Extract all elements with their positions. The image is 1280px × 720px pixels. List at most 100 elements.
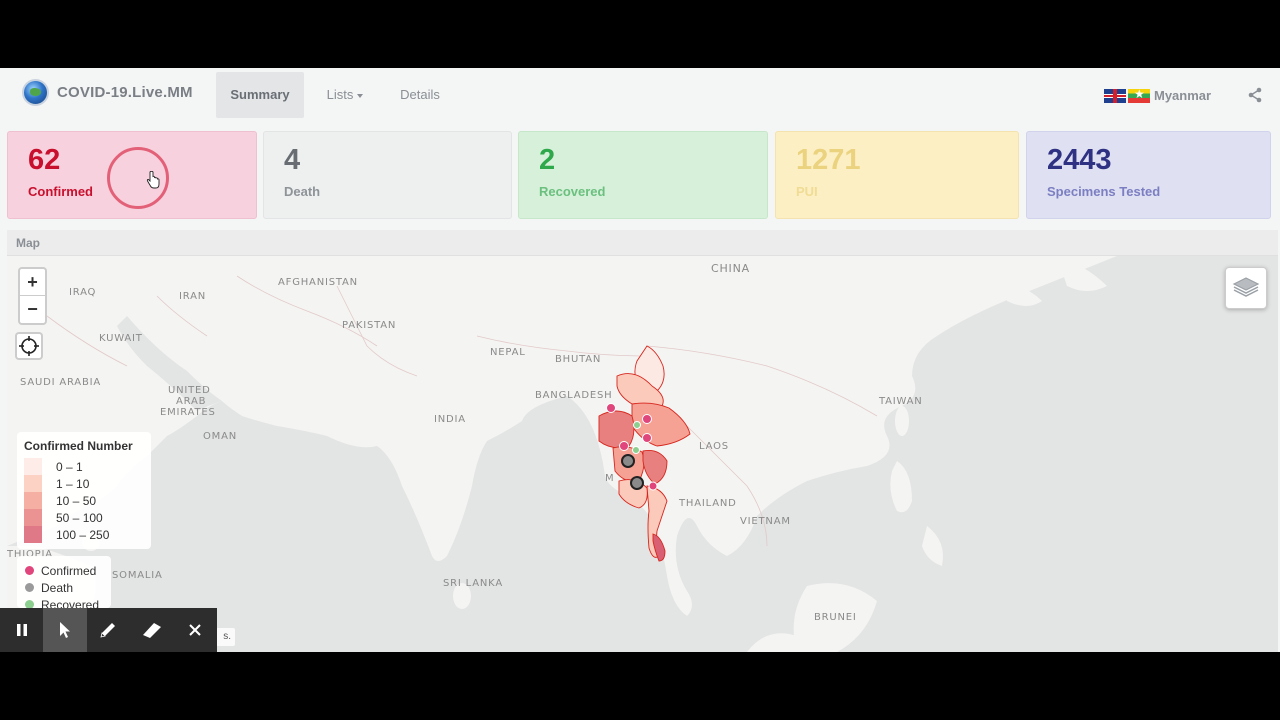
choropleth-legend: Confirmed Number 0 – 1 1 – 10 10 – 50 50… <box>17 432 151 549</box>
death-label: Death <box>284 184 321 199</box>
legend-swatch <box>24 526 42 543</box>
label-uae-line1: UNITED <box>168 385 211 396</box>
locate-button[interactable] <box>15 332 43 360</box>
label-china: CHINA <box>711 262 750 275</box>
hand-cursor-icon <box>146 171 160 189</box>
eraser-icon <box>142 623 161 638</box>
specimens-card[interactable]: 2443 Specimens Tested <box>1026 131 1271 219</box>
pui-card[interactable]: 1271 PUI <box>775 131 1019 219</box>
uk-flag-icon[interactable] <box>1104 88 1126 103</box>
pen-icon <box>100 623 116 638</box>
annotation-toolbar <box>0 608 217 652</box>
legend-range-row: 100 – 250 <box>24 526 144 543</box>
legend-range-row: 10 – 50 <box>24 492 144 509</box>
label-nepal: NEPAL <box>490 347 526 358</box>
legend-range-label: 1 – 10 <box>56 476 90 491</box>
recovered-label: Recovered <box>539 184 606 199</box>
legend-swatch <box>24 475 42 492</box>
label-iraq: IRAQ <box>69 287 97 298</box>
label-iran: IRAN <box>179 291 207 302</box>
language-label: Myanmar <box>1154 88 1212 103</box>
label-pakistan: PAKISTAN <box>342 320 397 331</box>
tab-details[interactable]: Details <box>389 72 451 118</box>
specimens-label: Specimens Tested <box>1047 184 1161 199</box>
label-taiwan: TAIWAN <box>879 396 923 407</box>
legend-range-label: 50 – 100 <box>56 510 103 525</box>
globe-logo-icon <box>22 78 49 106</box>
label-uae-line3: EMIRATES <box>160 407 216 418</box>
pause-button[interactable] <box>0 608 43 652</box>
app-window: COVID-19.Live.MM Summary Lists Details M… <box>0 68 1280 652</box>
confirmed-card[interactable]: 62 Confirmed <box>7 131 257 219</box>
myanmar-flag-icon[interactable] <box>1128 87 1150 103</box>
marker-legend: Confirmed Death Recovered <box>17 556 111 608</box>
legend-range-row: 1 – 10 <box>24 475 144 492</box>
specimens-count: 2443 <box>1047 144 1112 176</box>
label-india: INDIA <box>434 414 466 425</box>
pui-count: 1271 <box>796 144 861 176</box>
label-oman: OMAN <box>203 431 238 442</box>
brand[interactable]: COVID-19.Live.MM <box>22 78 193 106</box>
legend-swatch <box>24 509 42 526</box>
caret-down-icon <box>357 93 364 98</box>
eraser-tool-button[interactable] <box>130 608 173 652</box>
label-kuwait: KUWAIT <box>99 333 143 344</box>
legend-range-label: 10 – 50 <box>56 493 97 508</box>
close-icon <box>189 624 201 636</box>
death-dot-icon <box>25 583 34 592</box>
crosshair-icon <box>19 336 39 356</box>
label-brunei: BRUNEI <box>814 612 857 623</box>
tab-lists-label: Lists <box>326 87 354 102</box>
tab-lists[interactable]: Lists <box>314 72 376 118</box>
label-uae-line2: ARAB <box>176 396 207 407</box>
recovered-dot-icon <box>25 600 34 608</box>
label-bangladesh: BANGLADESH <box>535 390 613 401</box>
legend-range-row: 0 – 1 <box>24 458 144 475</box>
brand-title: COVID-19.Live.MM <box>57 83 193 101</box>
label-thailand: THAILAND <box>679 498 737 509</box>
marker-legend-row: Confirmed <box>25 562 103 579</box>
label-vietnam: VIETNAM <box>740 516 791 527</box>
legend-range-label: 0 – 1 <box>56 459 83 474</box>
legend-range-label: 100 – 250 <box>56 527 110 542</box>
tab-summary[interactable]: Summary <box>216 72 304 118</box>
map-section-title: Map <box>16 236 40 250</box>
navbar: COVID-19.Live.MM Summary Lists Details M… <box>0 68 1280 124</box>
death-card[interactable]: 4 Death <box>263 131 512 219</box>
recovered-card[interactable]: 2 Recovered <box>518 131 768 219</box>
zoom-out-button[interactable]: − <box>20 296 45 323</box>
pointer-icon <box>60 622 71 638</box>
legend-swatch <box>24 458 42 475</box>
map-section-header: Map <box>7 230 1278 256</box>
tab-details-label: Details <box>400 87 440 102</box>
marker-legend-label: Confirmed <box>41 563 97 578</box>
label-saudi-arabia: SAUDI ARABIA <box>20 377 101 388</box>
tab-summary-label: Summary <box>230 87 290 102</box>
map-view[interactable]: CHINA IRAQ IRAN AFGHANISTAN PAKISTAN KUW… <box>7 256 1278 652</box>
close-toolbar-button[interactable] <box>174 608 217 652</box>
zoom-in-button[interactable]: + <box>20 269 45 296</box>
layers-button[interactable] <box>1225 267 1267 309</box>
legend-title: Confirmed Number <box>24 439 133 453</box>
share-icon[interactable] <box>1247 87 1263 103</box>
death-count: 4 <box>284 144 301 176</box>
label-bhutan: BHUTAN <box>555 354 602 365</box>
confirmed-dot-icon <box>25 566 34 575</box>
language-switcher[interactable]: Myanmar <box>1104 87 1212 103</box>
layers-icon <box>1232 277 1260 297</box>
legend-swatch <box>24 492 42 509</box>
pause-icon <box>16 624 27 636</box>
marker-legend-row: Recovered <box>25 596 103 608</box>
marker-legend-row: Death <box>25 579 103 596</box>
pointer-tool-button[interactable] <box>43 608 87 652</box>
zoom-control: + − <box>18 267 47 325</box>
label-somalia: SOMALIA <box>112 570 163 581</box>
label-afghanistan: AFGHANISTAN <box>278 277 358 288</box>
label-myanmar-partial: M <box>605 473 615 484</box>
pui-label: PUI <box>796 184 818 199</box>
marker-legend-label: Recovered <box>41 597 100 609</box>
marker-legend-label: Death <box>41 580 74 595</box>
label-sri-lanka: SRI LANKA <box>443 578 503 589</box>
basemap <box>7 256 1278 652</box>
pen-tool-button[interactable] <box>87 608 130 652</box>
